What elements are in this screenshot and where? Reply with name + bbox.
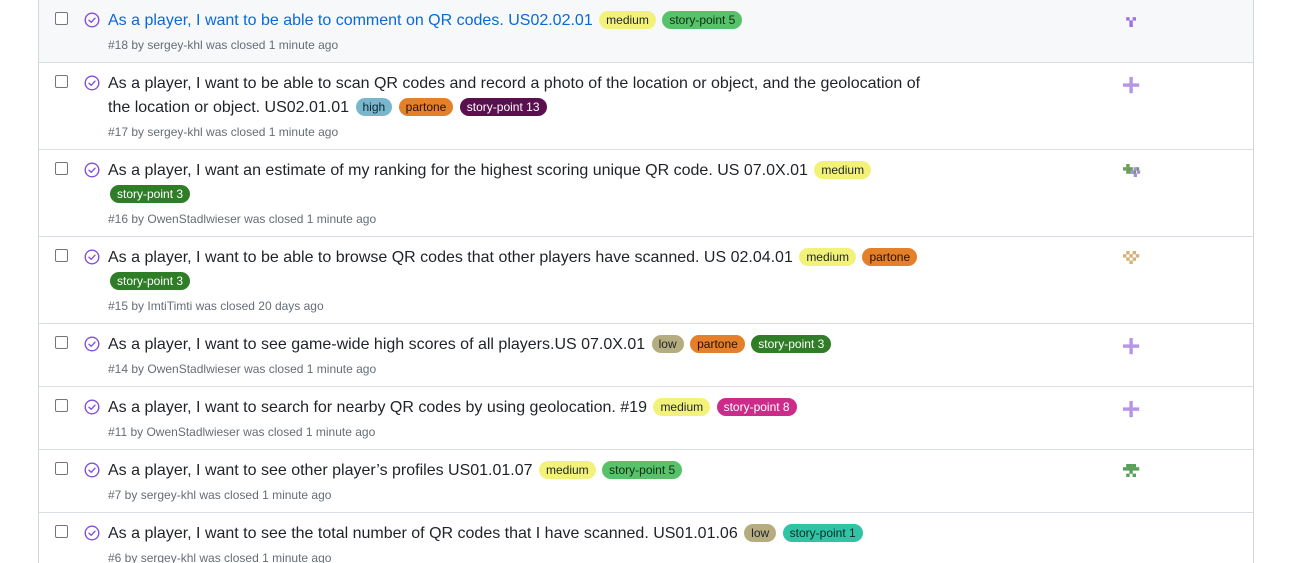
issue-row[interactable]: As a player, I want to search for nearby…: [39, 387, 1253, 450]
issue-label[interactable]: story-point 5: [662, 11, 743, 29]
issue-content: As a player, I want to be able to browse…: [108, 246, 938, 323]
issue-label[interactable]: story-point 3: [110, 272, 191, 290]
issue-row[interactable]: As a player, I want to see the total num…: [39, 513, 1253, 563]
assignee-avatar[interactable]: [1121, 399, 1141, 419]
closed-issue-icon: [84, 336, 100, 352]
issue-label[interactable]: story-point 3: [110, 185, 191, 203]
issue-title-line: As a player, I want to see other player’…: [108, 459, 938, 483]
issue-meta: #16 by OwenStadlwieser was closed 1 minu…: [108, 212, 377, 226]
issue-title-line: As a player, I want to see game-wide hig…: [108, 333, 938, 357]
issue-content: As a player, I want to see the total num…: [108, 522, 938, 563]
select-issue-checkbox[interactable]: [55, 336, 68, 349]
issue-label[interactable]: low: [651, 335, 684, 353]
select-issue-checkbox[interactable]: [55, 249, 68, 262]
issue-list: As a player, I want to be able to commen…: [38, 0, 1254, 563]
closed-issue-icon: [84, 399, 100, 415]
select-issue-checkbox[interactable]: [55, 12, 68, 25]
assignee-avatar[interactable]: [1121, 336, 1141, 356]
assignee-avatar[interactable]: [1121, 249, 1141, 269]
issue-row[interactable]: As a player, I want to see game-wide hig…: [39, 324, 1253, 387]
issue-label[interactable]: story-point 1: [782, 524, 863, 542]
issue-label[interactable]: story-point 3: [751, 335, 832, 353]
issue-title-link[interactable]: As a player, I want to be able to commen…: [108, 12, 593, 29]
issue-meta: #15 by ImtiTimti was closed 20 days ago: [108, 299, 324, 313]
issue-content: As a player, I want an estimate of my ra…: [108, 159, 938, 236]
issue-content: As a player, I want to see other player’…: [108, 459, 938, 512]
issue-title-line: As a player, I want to search for nearby…: [108, 396, 938, 420]
issue-title-link[interactable]: As a player, I want to be able to browse…: [108, 249, 793, 266]
closed-issue-icon: [84, 12, 100, 28]
issue-title-link[interactable]: As a player, I want to search for nearby…: [108, 399, 647, 416]
issue-label[interactable]: medium: [599, 11, 656, 29]
issue-row[interactable]: As a player, I want to be able to commen…: [39, 0, 1253, 63]
issue-title-line: As a player, I want to be able to commen…: [108, 9, 938, 33]
issue-meta: #17 by sergey-khl was closed 1 minute ag…: [108, 125, 339, 139]
issue-meta: #14 by OwenStadlwieser was closed 1 minu…: [108, 362, 377, 376]
closed-issue-icon: [84, 162, 100, 178]
issue-content: As a player, I want to be able to scan Q…: [108, 72, 938, 149]
select-issue-checkbox[interactable]: [55, 399, 68, 412]
issue-label[interactable]: medium: [653, 398, 711, 416]
issue-title-line: As a player, I want to see the total num…: [108, 522, 938, 546]
issue-title-line: As a player, I want an estimate of my ra…: [108, 159, 938, 207]
issue-content: As a player, I want to search for nearby…: [108, 396, 938, 449]
issue-label[interactable]: partone: [690, 335, 745, 353]
issue-label[interactable]: medium: [539, 461, 596, 479]
issue-meta: #7 by sergey-khl was closed 1 minute ago: [108, 488, 332, 502]
assignee-avatar[interactable]: [1121, 525, 1141, 545]
issue-row[interactable]: As a player, I want to be able to scan Q…: [39, 63, 1253, 150]
closed-issue-icon: [84, 462, 100, 478]
assignee-avatar[interactable]: [1121, 462, 1141, 482]
closed-issue-icon: [84, 75, 100, 91]
issue-row[interactable]: As a player, I want to see other player’…: [39, 450, 1253, 513]
issue-content: As a player, I want to see game-wide hig…: [108, 333, 938, 386]
issue-title-line: As a player, I want to be able to browse…: [108, 246, 938, 294]
assignee-avatar[interactable]: [1121, 12, 1141, 32]
select-issue-checkbox[interactable]: [55, 525, 68, 538]
issue-content: As a player, I want to be able to commen…: [108, 9, 938, 62]
issue-label[interactable]: story-point 13: [459, 98, 547, 116]
issue-label[interactable]: story-point 8: [716, 398, 797, 416]
closed-issue-icon: [84, 525, 100, 541]
select-issue-checkbox[interactable]: [55, 162, 68, 175]
issue-label[interactable]: medium: [799, 248, 856, 266]
issue-label[interactable]: story-point 5: [602, 461, 683, 479]
issue-label[interactable]: medium: [814, 161, 872, 179]
assignee-avatar[interactable]: [1121, 75, 1141, 95]
issue-title-link[interactable]: As a player, I want to see the total num…: [108, 525, 738, 542]
issue-meta: #18 by sergey-khl was closed 1 minute ag…: [108, 38, 339, 52]
issue-title-link[interactable]: As a player, I want an estimate of my ra…: [108, 162, 808, 179]
issue-meta: #11 by OwenStadlwieser was closed 1 minu…: [108, 425, 376, 439]
issue-label[interactable]: partone: [862, 248, 918, 266]
assignee-avatar[interactable]: [1121, 162, 1141, 182]
issue-title-link[interactable]: As a player, I want to see game-wide hig…: [108, 336, 645, 353]
issue-row[interactable]: As a player, I want to be able to browse…: [39, 237, 1253, 324]
select-issue-checkbox[interactable]: [55, 462, 68, 475]
issue-label[interactable]: low: [744, 524, 777, 542]
closed-issue-icon: [84, 249, 100, 265]
issue-row[interactable]: As a player, I want an estimate of my ra…: [39, 150, 1253, 237]
issue-label[interactable]: high: [355, 98, 393, 116]
select-issue-checkbox[interactable]: [55, 75, 68, 88]
issue-label[interactable]: partone: [398, 98, 454, 116]
issue-meta: #6 by sergey-khl was closed 1 minute ago: [108, 551, 332, 563]
issue-title-line: As a player, I want to be able to scan Q…: [108, 72, 938, 120]
issue-title-link[interactable]: As a player, I want to see other player’…: [108, 462, 533, 479]
